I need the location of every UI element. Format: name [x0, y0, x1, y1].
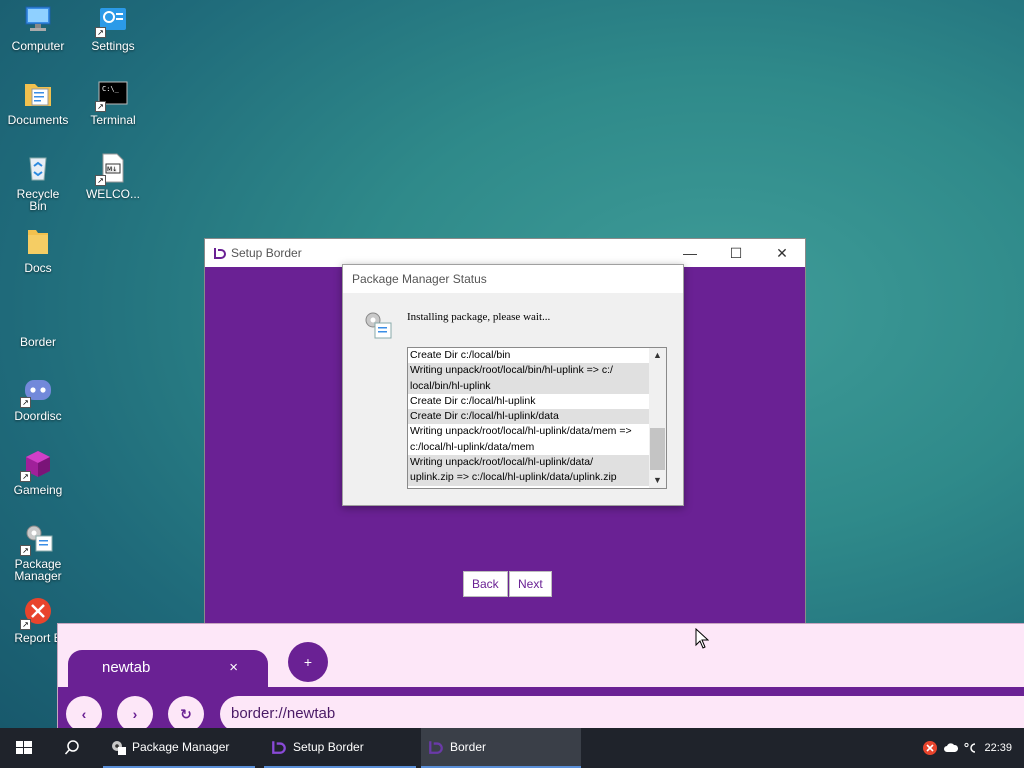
taskbar-app-setup-border[interactable]: Setup Border — [264, 728, 416, 768]
log-line: Create Dir c:/local/hl-uplink/data — [408, 409, 650, 425]
desktop-icon-label: Border — [19, 335, 57, 349]
install-log-list[interactable]: Create Dir c:/local/bin Writing unpack/r… — [407, 347, 667, 489]
tab-close-icon[interactable]: × — [229, 650, 238, 686]
log-line: Create Dir c:/local/hl-uplink — [410, 394, 536, 407]
setup-border-title: Setup Border — [231, 246, 302, 260]
desktop-icon-label: Doordisc — [14, 409, 62, 423]
taskbar-app-package-manager[interactable]: Package Manager — [103, 728, 255, 768]
terminal-icon: C:\_ ↗ — [95, 78, 129, 112]
weather-cloud-icon[interactable] — [944, 742, 959, 754]
log-line: Writing unpack/root/local/hl-uplink/data… — [408, 455, 650, 471]
folder-icon — [22, 226, 54, 258]
next-button[interactable]: Next — [509, 571, 552, 597]
address-bar[interactable]: border://newtab — [220, 696, 1024, 732]
border-logo-icon — [272, 741, 286, 754]
desktop-icon-label: Terminal — [90, 113, 136, 127]
package-manager-status-dialog: Package Manager Status Installing packag… — [342, 264, 684, 506]
desktop-icon-doordisc[interactable]: ↗ Doordisc — [0, 374, 76, 422]
shortcut-arrow-icon: ↗ — [95, 101, 106, 112]
recycle-bin-icon — [22, 152, 54, 184]
package-manager-icon: ↗ — [20, 522, 54, 556]
log-line: Create Dir c:/local/bin — [410, 349, 511, 361]
package-manager-icon — [112, 741, 126, 755]
close-button[interactable]: ✕ — [759, 239, 805, 267]
shortcut-arrow-icon: ↗ — [95, 175, 106, 186]
package-manager-icon — [365, 312, 392, 339]
maximize-button[interactable]: ☐ — [713, 239, 759, 267]
desktop-icon-welcome[interactable]: M↓ ↗ WELCO... — [75, 152, 151, 200]
scroll-down-icon[interactable]: ▼ — [649, 473, 666, 488]
taskbar-app-label: Setup Border — [293, 740, 364, 754]
svg-text:M↓: M↓ — [107, 166, 117, 173]
forward-arrow-icon[interactable]: › — [117, 696, 153, 732]
desktop-icon-recycle-bin[interactable]: Recycle Bin — [0, 152, 76, 212]
log-line: uplink.zip => c:/local/hl-uplink/data/up… — [408, 470, 650, 486]
browser-tab[interactable]: newtab × — [68, 650, 268, 688]
install-status-message: Installing package, please wait... — [407, 311, 551, 323]
minimize-button[interactable]: — — [667, 239, 713, 267]
game-cube-icon: ↗ — [20, 448, 54, 482]
search-icon — [64, 740, 79, 755]
desktop-icon-computer[interactable]: Computer — [0, 4, 76, 52]
tab-label: newtab — [102, 659, 151, 676]
temperature-icon[interactable] — [964, 742, 978, 754]
desktop-icon-label: Settings — [91, 39, 135, 53]
back-button[interactable]: Back — [463, 571, 508, 597]
desktop-icon-settings[interactable]: ↗ Settings — [75, 4, 151, 52]
desktop-icon-label: Computer — [11, 39, 65, 53]
shortcut-arrow-icon: ↗ — [20, 545, 31, 556]
shortcut-arrow-icon: ↗ — [20, 619, 31, 630]
desktop-icon-label: Documents — [7, 113, 69, 127]
desktop-icon-terminal[interactable]: C:\_ ↗ Terminal — [75, 78, 151, 126]
browser-navbar: ‹ › ↻ border://newtab — [58, 687, 1024, 732]
log-line: local/bin/hl-uplink — [408, 378, 650, 394]
clock[interactable]: 22:39 — [984, 742, 1012, 754]
log-line: Writing unpack/root/local/bin/hl-uplink … — [408, 363, 650, 379]
documents-folder-icon — [22, 78, 54, 110]
desktop-icon-label: Gameing — [13, 483, 63, 497]
desktop-icon-gameing[interactable]: ↗ Gameing — [0, 448, 76, 496]
new-tab-button[interactable]: + — [288, 642, 328, 682]
desktop-icon-label: Package Manager — [14, 557, 62, 583]
desktop-icon-docs[interactable]: Docs — [0, 226, 76, 274]
log-line: c:/local/hl-uplink/data/mem — [410, 440, 535, 453]
desktop-icon-label: Recycle Bin — [16, 187, 60, 213]
reload-icon[interactable]: ↻ — [168, 696, 204, 732]
back-arrow-icon[interactable]: ‹ — [66, 696, 102, 732]
shortcut-arrow-icon: ↗ — [20, 397, 31, 408]
doordisc-icon: ↗ — [20, 374, 54, 408]
error-status-icon[interactable] — [922, 740, 938, 756]
windows-logo-icon — [16, 741, 32, 754]
scroll-thumb[interactable] — [650, 428, 665, 470]
taskbar: Package Manager Setup Border Border 22:3… — [0, 728, 1024, 768]
setup-border-titlebar[interactable]: Setup Border — ☐ ✕ — [205, 239, 805, 267]
search-button[interactable] — [48, 728, 96, 768]
system-tray: 22:39 — [922, 728, 1024, 768]
border-logo-icon — [214, 248, 226, 259]
scroll-up-icon[interactable]: ▲ — [649, 348, 666, 363]
dialog-title[interactable]: Package Manager Status — [343, 265, 683, 293]
taskbar-app-label: Border — [450, 740, 487, 754]
border-app-icon — [22, 300, 54, 332]
log-scrollbar[interactable]: ▲ ▼ — [649, 348, 666, 488]
svg-text:C:\_: C:\_ — [102, 85, 120, 93]
taskbar-app-label: Package Manager — [132, 740, 230, 754]
taskbar-app-border[interactable]: Border — [421, 728, 581, 768]
settings-icon: ↗ — [95, 4, 129, 38]
desktop-icon-documents[interactable]: Documents — [0, 78, 76, 126]
border-browser-window: newtab × + ‹ › ↻ border://newtab — [57, 623, 1024, 732]
desktop-icon-package-manager[interactable]: ↗ Package Manager — [0, 522, 76, 582]
markdown-file-icon: M↓ ↗ — [95, 152, 129, 186]
mouse-cursor-icon — [695, 628, 709, 649]
shortcut-arrow-icon: ↗ — [95, 27, 106, 38]
desktop-icon-border[interactable]: Border — [0, 300, 76, 348]
shortcut-arrow-icon: ↗ — [20, 471, 31, 482]
report-bug-icon: ↗ — [20, 596, 54, 630]
start-button[interactable] — [0, 728, 48, 768]
desktop-icon-label: Docs — [24, 261, 52, 275]
border-logo-icon — [429, 741, 443, 754]
log-line: Writing unpack/root/local/hl-uplink/data… — [410, 425, 632, 438]
computer-icon — [22, 4, 54, 36]
desktop-icon-label: WELCO... — [85, 187, 140, 201]
